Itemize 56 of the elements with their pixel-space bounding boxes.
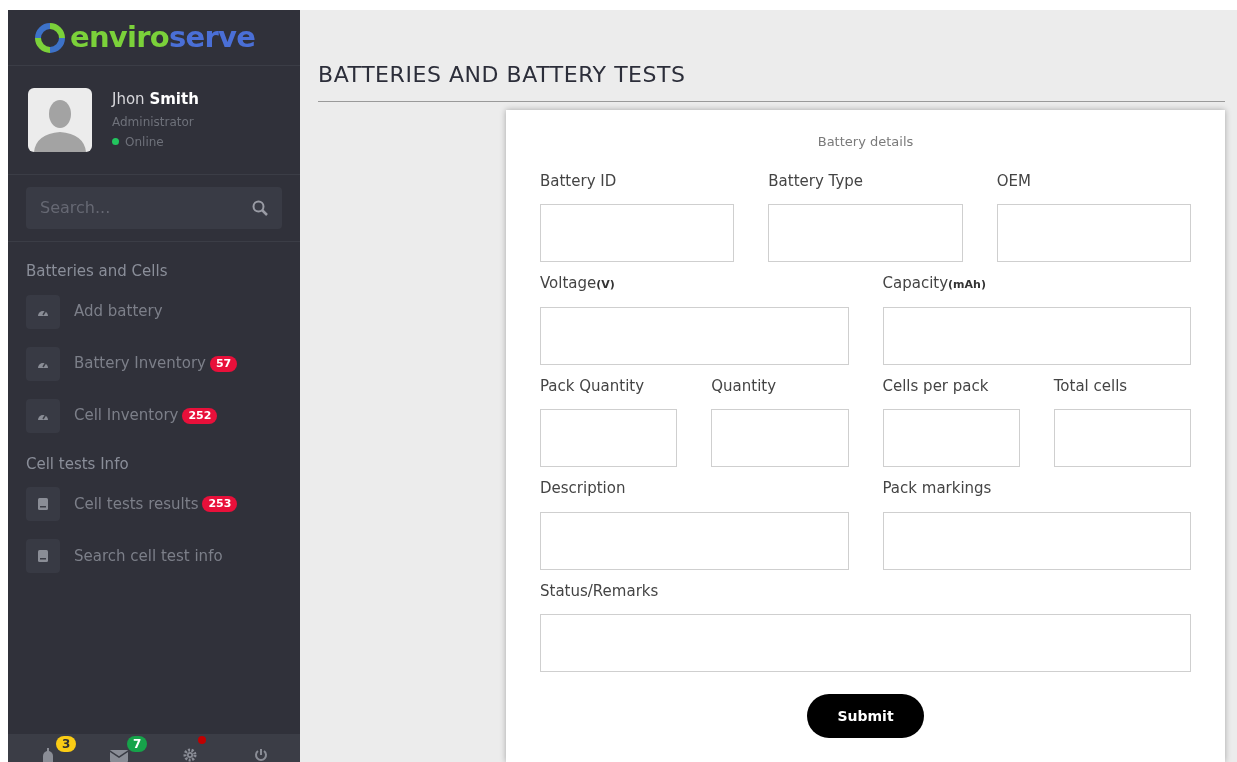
input-field[interactable] <box>882 409 1020 467</box>
menu-label: Cell tests results <box>74 493 199 515</box>
input-field[interactable] <box>768 204 963 262</box>
menu-label: Cell Inventory <box>74 405 179 427</box>
input-field[interactable] <box>711 409 849 467</box>
field-label: Quantity <box>711 375 778 397</box>
input-field[interactable] <box>540 204 735 262</box>
menu-label: Add battery <box>74 301 163 323</box>
footer-button[interactable]: 7 <box>83 734 154 762</box>
input-field[interactable] <box>882 306 1191 365</box>
power-icon <box>253 748 268 762</box>
field-label: Total cells <box>1053 375 1129 397</box>
menu-label: Battery Inventory <box>74 353 206 375</box>
count-badge: 252 <box>182 407 218 424</box>
footer-button[interactable]: 3 <box>12 734 83 762</box>
field-label: Cells per pack <box>882 375 990 397</box>
submit-button[interactable]: Submit <box>807 694 924 738</box>
status-text: Online <box>125 133 164 151</box>
menu-item[interactable]: Add battery <box>26 294 282 329</box>
count-badge: 3 <box>56 736 77 752</box>
search-icon <box>252 200 268 216</box>
field-label: Pack Quantity <box>540 375 646 397</box>
field-label: Voltage(V) <box>540 273 616 294</box>
avatar <box>28 88 92 152</box>
input-field[interactable] <box>540 614 1191 672</box>
count-badge: 7 <box>127 736 148 752</box>
input-field[interactable] <box>540 511 849 570</box>
input-field[interactable] <box>540 409 678 467</box>
page-title: BATTERIES AND BATTERY TESTS <box>318 61 687 89</box>
logo-icon <box>32 20 68 55</box>
user-role: Administrator <box>112 113 195 131</box>
input-field[interactable] <box>1053 409 1191 467</box>
count-badge: 57 <box>209 355 238 372</box>
menu-item[interactable]: Cell tests results 253 <box>26 487 282 521</box>
menu-label: Search cell test info <box>74 545 223 567</box>
book-icon <box>38 550 48 562</box>
field-label: Pack markings <box>882 478 993 499</box>
menu-item[interactable]: Search cell test info <box>26 539 282 573</box>
input-field[interactable] <box>996 204 1191 262</box>
input-field[interactable] <box>540 306 849 365</box>
form-title: Battery details <box>817 133 914 151</box>
field-label: Capacity(mAh) <box>882 273 987 294</box>
field-label: Battery ID <box>540 170 618 192</box>
field-label: Status/Remarks <box>540 580 660 602</box>
input-field[interactable] <box>882 511 1191 570</box>
count-badge: 253 <box>202 496 238 512</box>
book-icon <box>38 498 48 510</box>
section-heading: Cell tests Info <box>26 453 130 475</box>
menu-item[interactable]: Battery Inventory 57 <box>26 346 282 381</box>
user-name: Jhon Smith <box>112 89 199 110</box>
menu-item[interactable]: Cell Inventory 252 <box>26 398 282 433</box>
field-label: Description <box>540 478 627 499</box>
field-label: Battery Type <box>768 170 865 192</box>
field-label: OEM <box>996 170 1032 192</box>
section-heading: Batteries and Cells <box>26 261 169 282</box>
logo-text: enviroserve <box>70 23 256 52</box>
